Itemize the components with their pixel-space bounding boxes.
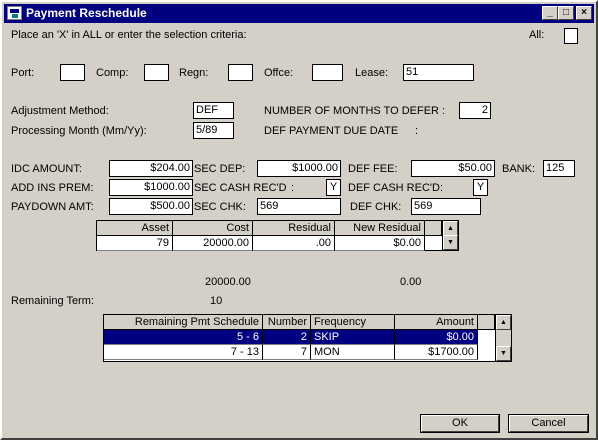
adjustment-method-label: Adjustment Method: bbox=[11, 105, 109, 117]
sec-cash-label: SEC CASH REC'D bbox=[194, 182, 287, 194]
scroll-down-icon[interactable]: ▼ bbox=[443, 235, 458, 250]
pmt-schedule-cell[interactable]: 7 - 13 bbox=[104, 345, 263, 360]
months-defer-field[interactable]: 2 bbox=[459, 102, 491, 119]
instruction-text: Place an 'X' in ALL or enter the selecti… bbox=[11, 29, 247, 41]
title-bar: Payment Reschedule _ □ × bbox=[4, 4, 594, 23]
close-button[interactable]: × bbox=[576, 6, 592, 20]
new-residual-header[interactable]: New Residual bbox=[335, 221, 425, 236]
add-ins-prem-field[interactable]: $1000.00 bbox=[109, 179, 193, 196]
add-ins-prem-label: ADD INS PREM: bbox=[11, 182, 94, 194]
asset-grid-scrollbar[interactable]: ▲ ▼ bbox=[442, 221, 458, 250]
def-chk-label: DEF CHK: bbox=[350, 201, 402, 213]
sec-chk-label: SEC CHK: bbox=[194, 201, 246, 213]
def-due-date-colon: : bbox=[415, 125, 419, 137]
remaining-term-label: Remaining Term: bbox=[11, 295, 94, 307]
schedule-grid[interactable]: Remaining Pmt Schedule Number Frequency … bbox=[103, 314, 512, 362]
amount-cell[interactable]: $0.00 bbox=[395, 330, 478, 345]
def-cash-field[interactable]: Y bbox=[473, 179, 488, 196]
months-defer-label: NUMBER OF MONTHS TO DEFER : bbox=[264, 105, 446, 117]
schedule-header-spacer bbox=[478, 315, 495, 330]
remaining-term-value: 10 bbox=[210, 295, 223, 307]
sec-cash-colon: : bbox=[291, 182, 295, 194]
asset-cell[interactable]: 79 bbox=[97, 236, 173, 251]
regn-label: Regn: bbox=[179, 67, 209, 79]
asset-header-spacer bbox=[425, 221, 442, 236]
minimize-button[interactable]: _ bbox=[542, 6, 558, 20]
paydown-amt-label: PAYDOWN AMT: bbox=[11, 201, 94, 213]
frequency-header[interactable]: Frequency bbox=[311, 315, 395, 330]
all-label: All: bbox=[529, 29, 545, 41]
sec-chk-field[interactable]: 569 bbox=[257, 198, 341, 215]
scroll-up-icon[interactable]: ▲ bbox=[496, 315, 511, 330]
residual-cell[interactable]: .00 bbox=[253, 236, 335, 251]
asset-grid[interactable]: Asset Cost Residual New Residual 79 2000… bbox=[96, 220, 459, 251]
cost-header[interactable]: Cost bbox=[173, 221, 253, 236]
lease-field[interactable]: 51 bbox=[403, 64, 474, 81]
bank-field[interactable]: 125 bbox=[543, 160, 575, 177]
adjustment-method-field[interactable]: DEF bbox=[193, 102, 234, 119]
window-title: Payment Reschedule bbox=[26, 6, 147, 20]
sec-dep-label: SEC DEP: bbox=[194, 163, 246, 175]
pmt-schedule-header[interactable]: Remaining Pmt Schedule bbox=[104, 315, 263, 330]
new-residual-cell[interactable]: $0.00 bbox=[335, 236, 425, 251]
idc-amount-label: IDC AMOUNT: bbox=[11, 163, 82, 175]
idc-amount-field[interactable]: $204.00 bbox=[109, 160, 193, 177]
def-due-date-label: DEF PAYMENT DUE DATE bbox=[264, 125, 399, 137]
cancel-button[interactable]: Cancel bbox=[509, 415, 588, 432]
port-field[interactable] bbox=[60, 64, 85, 81]
total-cost: 20000.00 bbox=[205, 276, 251, 288]
def-fee-label: DEF FEE: bbox=[348, 163, 398, 175]
sec-dep-field[interactable]: $1000.00 bbox=[257, 160, 341, 177]
port-label: Port: bbox=[11, 67, 35, 79]
def-chk-field[interactable]: 569 bbox=[411, 198, 481, 215]
scroll-up-icon[interactable]: ▲ bbox=[443, 221, 458, 236]
schedule-grid-scrollbar[interactable]: ▲ ▼ bbox=[495, 315, 511, 361]
pmt-schedule-cell[interactable]: 5 - 6 bbox=[104, 330, 263, 345]
comp-label: Comp: bbox=[96, 67, 129, 79]
paydown-amt-field[interactable]: $500.00 bbox=[109, 198, 193, 215]
maximize-button[interactable]: □ bbox=[558, 6, 574, 20]
def-fee-field[interactable]: $50.00 bbox=[411, 160, 495, 177]
frequency-cell[interactable]: SKIP bbox=[311, 330, 395, 345]
number-header[interactable]: Number bbox=[263, 315, 311, 330]
number-cell[interactable]: 7 bbox=[263, 345, 311, 360]
offce-field[interactable] bbox=[312, 64, 343, 81]
comp-field[interactable] bbox=[144, 64, 169, 81]
processing-month-field[interactable]: 5/89 bbox=[193, 122, 234, 139]
cost-cell[interactable]: 20000.00 bbox=[173, 236, 253, 251]
residual-header[interactable]: Residual bbox=[253, 221, 335, 236]
bank-label: BANK: bbox=[502, 163, 536, 175]
sec-cash-field[interactable]: Y bbox=[326, 179, 341, 196]
app-icon bbox=[7, 6, 22, 20]
all-checkbox-field[interactable] bbox=[564, 28, 578, 44]
def-cash-label: DEF CASH REC'D: bbox=[348, 182, 443, 194]
payment-reschedule-window: Payment Reschedule _ □ × Place an 'X' in… bbox=[0, 0, 598, 440]
asset-header[interactable]: Asset bbox=[97, 221, 173, 236]
regn-field[interactable] bbox=[228, 64, 253, 81]
frequency-cell[interactable]: MON bbox=[311, 345, 395, 360]
ok-button[interactable]: OK bbox=[421, 415, 499, 432]
scroll-down-icon[interactable]: ▼ bbox=[496, 346, 511, 361]
total-new-residual: 0.00 bbox=[400, 276, 422, 288]
amount-cell[interactable]: $1700.00 bbox=[395, 345, 478, 360]
lease-label: Lease: bbox=[355, 67, 389, 79]
number-cell[interactable]: 2 bbox=[263, 330, 311, 345]
processing-month-label: Processing Month (Mm/Yy): bbox=[11, 125, 147, 137]
offce-label: Offce: bbox=[264, 67, 294, 79]
amount-header[interactable]: Amount bbox=[395, 315, 478, 330]
